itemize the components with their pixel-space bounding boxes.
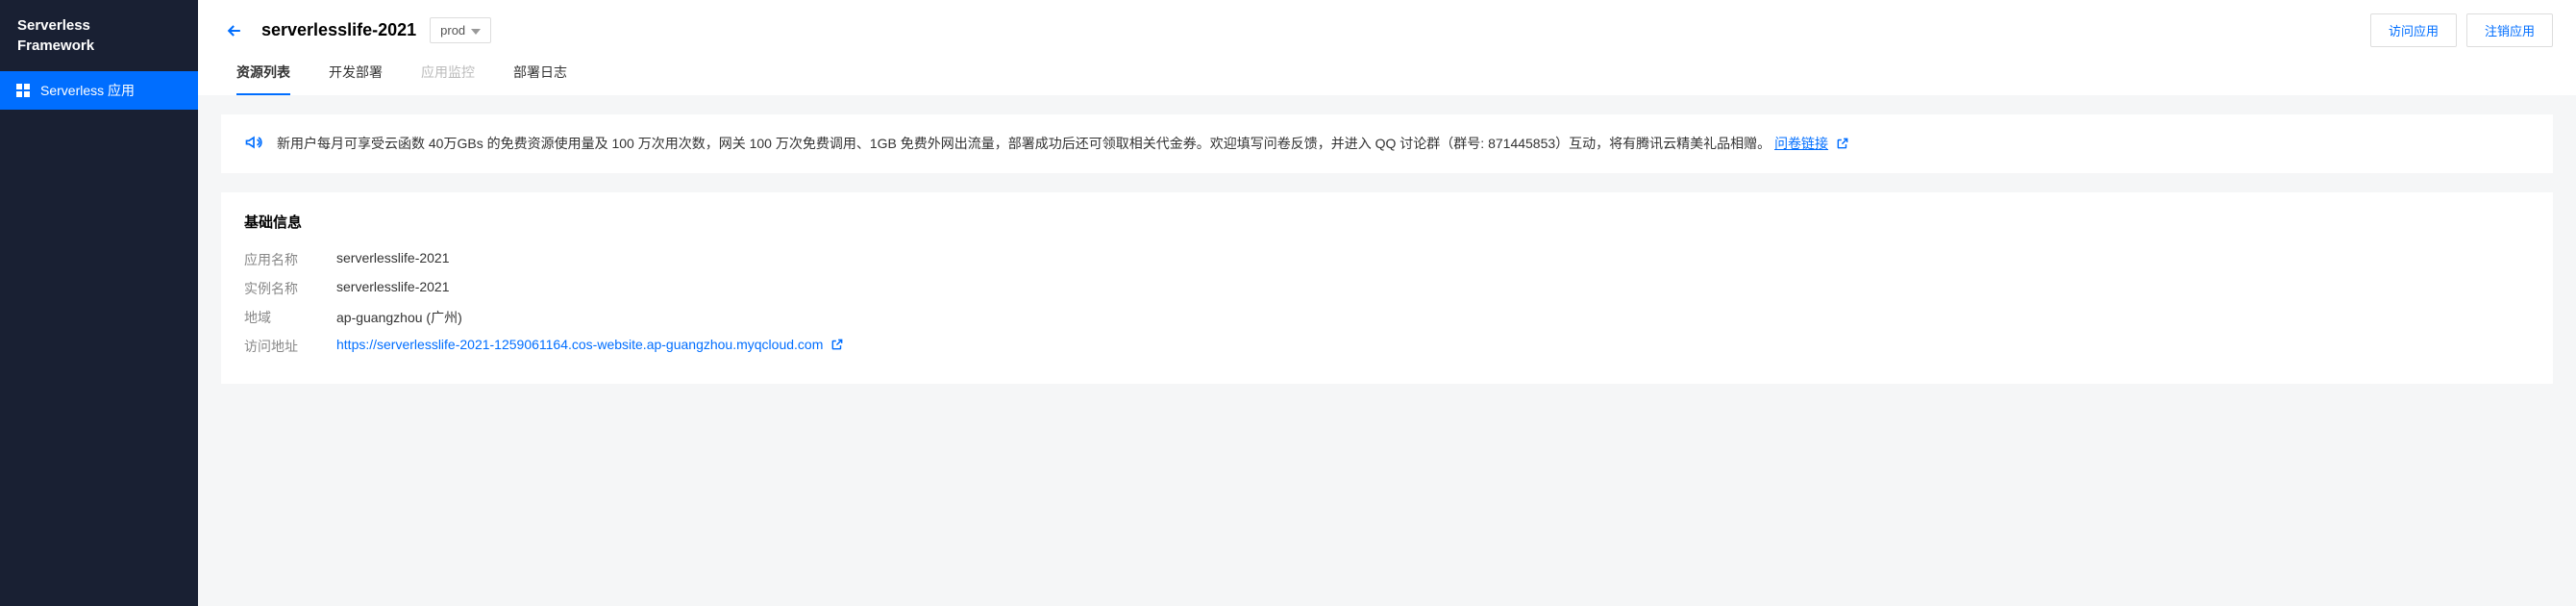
label-instance-name: 实例名称 [244,279,336,298]
info-row-region: 地域 ap-guangzhou (广州) [244,303,2530,332]
app-title: serverlesslife-2021 [261,20,416,40]
info-row-instance-name: 实例名称 serverlesslife-2021 [244,274,2530,303]
tab-monitoring: 应用监控 [421,63,475,95]
header: serverlesslife-2021 prod 访问应用 注销应用 资源列表 … [198,0,2576,95]
notice-text: 新用户每月可享受云函数 40万GBs 的免费资源使用量及 100 万次用次数，网… [277,132,1849,156]
delete-app-button[interactable]: 注销应用 [2466,13,2553,47]
info-row-app-name: 应用名称 serverlesslife-2021 [244,245,2530,274]
apps-icon [15,83,31,98]
tab-logs[interactable]: 部署日志 [513,63,567,95]
chevron-down-icon [471,23,481,38]
content-area: 新用户每月可享受云函数 40万GBs 的免费资源使用量及 100 万次用次数，网… [198,95,2576,403]
survey-link[interactable]: 问卷链接 [1774,136,1828,151]
env-label: prod [440,23,465,38]
sidebar-item-serverless-apps[interactable]: Serverless 应用 [0,71,198,110]
label-url: 访问地址 [244,337,336,356]
value-instance-name: serverlesslife-2021 [336,279,450,298]
tabs: 资源列表 开发部署 应用监控 部署日志 [221,63,2553,95]
visit-app-button[interactable]: 访问应用 [2370,13,2457,47]
value-url[interactable]: https://serverlesslife-2021-1259061164.c… [336,337,844,356]
external-link-icon [1836,134,1849,147]
notice-body: 新用户每月可享受云函数 40万GBs 的免费资源使用量及 100 万次用次数，网… [277,136,1771,151]
header-actions: 访问应用 注销应用 [2370,13,2553,47]
label-region: 地域 [244,308,336,327]
tab-resources[interactable]: 资源列表 [236,63,290,95]
notice-banner: 新用户每月可享受云函数 40万GBs 的免费资源使用量及 100 万次用次数，网… [221,114,2553,173]
tab-deploy[interactable]: 开发部署 [329,63,383,95]
value-region: ap-guangzhou (广州) [336,308,462,327]
logo-line2: Framework [17,36,181,56]
info-row-url: 访问地址 https://serverlesslife-2021-1259061… [244,332,2530,361]
value-app-name: serverlesslife-2021 [336,250,450,269]
logo: Serverless Framework [0,0,198,71]
basic-info-title: 基础信息 [244,212,2530,232]
announcement-icon [244,133,263,152]
sidebar-item-label: Serverless 应用 [40,81,135,100]
access-url-link[interactable]: https://serverlesslife-2021-1259061164.c… [336,337,823,352]
sidebar: Serverless Framework Serverless 应用 [0,0,198,606]
basic-info-card: 基础信息 应用名称 serverlesslife-2021 实例名称 serve… [221,192,2553,384]
env-selector[interactable]: prod [430,17,491,43]
label-app-name: 应用名称 [244,250,336,269]
main-content: serverlesslife-2021 prod 访问应用 注销应用 资源列表 … [198,0,2576,606]
back-button[interactable] [221,17,248,44]
logo-line1: Serverless [17,15,181,36]
external-link-icon [830,338,844,351]
